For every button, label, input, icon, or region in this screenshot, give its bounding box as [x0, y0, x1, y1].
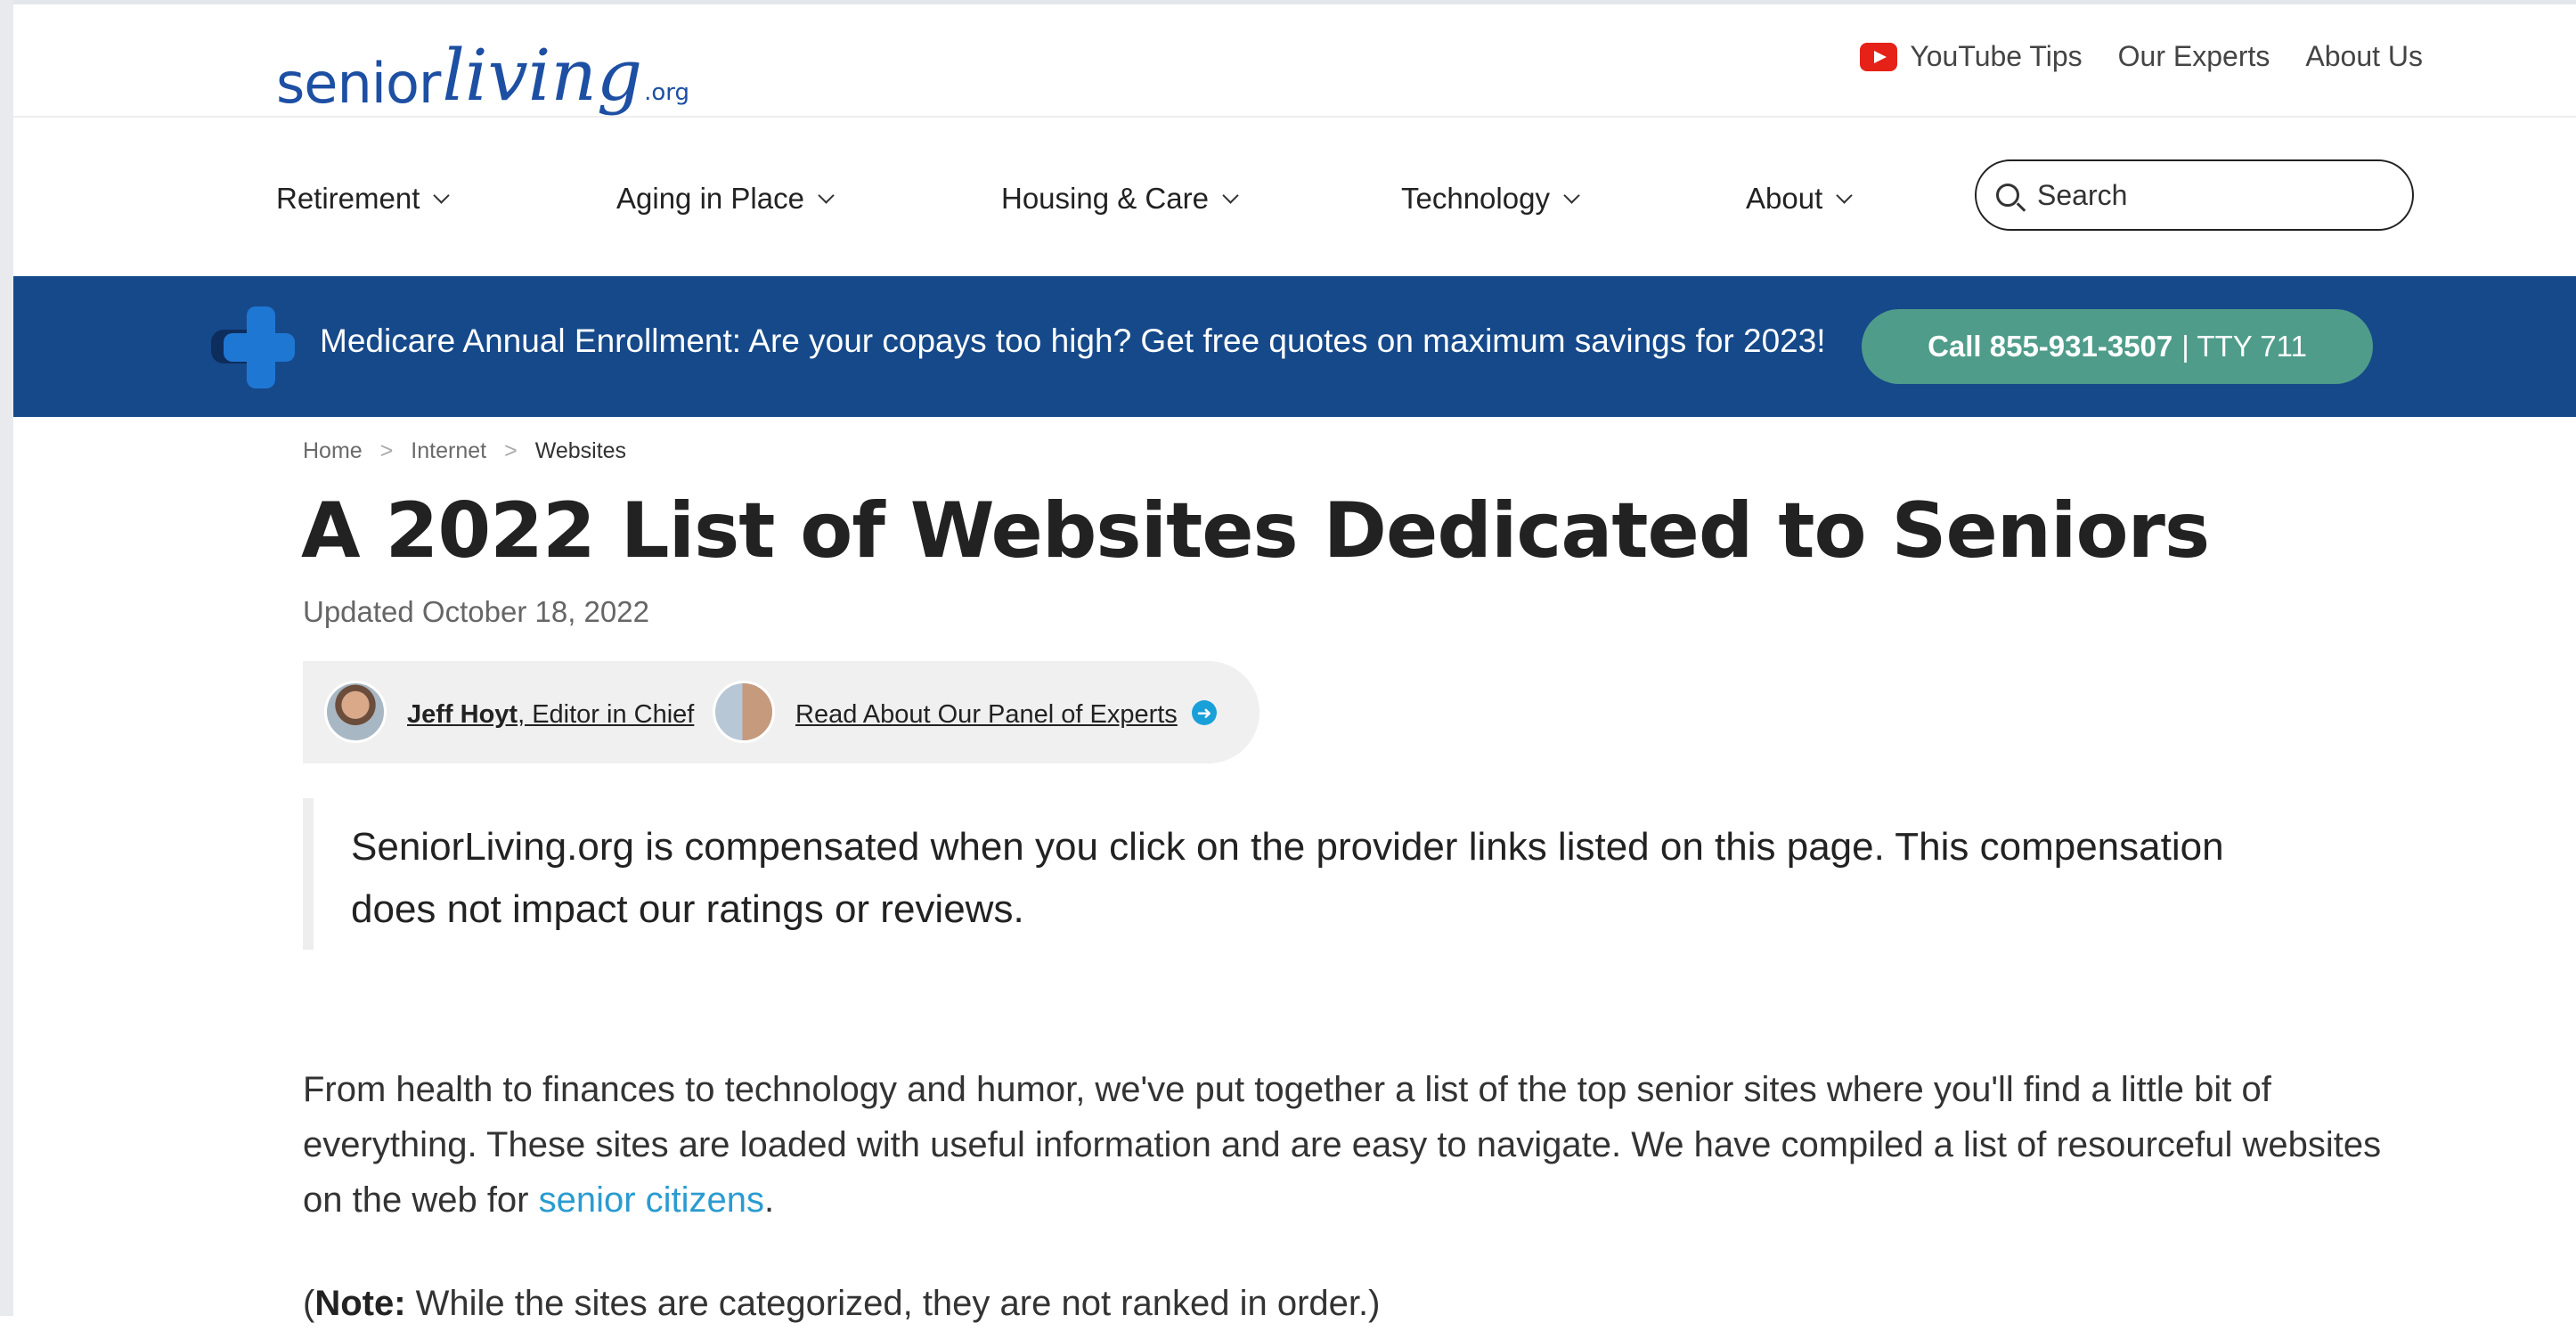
breadcrumb-websites: Websites: [534, 438, 627, 463]
call-button[interactable]: Call 855-931-3507 | TTY 711: [1862, 309, 2373, 384]
nav-item-label: About: [1746, 182, 1823, 215]
medicare-banner: Medicare Annual Enrollment: Are your cop…: [13, 276, 2576, 417]
chevron-down-icon: [1222, 186, 1239, 204]
nav-item-technology[interactable]: Technology: [1401, 182, 1580, 216]
main-nav: Retirement Aging in Place Housing & Care…: [13, 118, 2576, 276]
chevron-down-icon: [1563, 186, 1580, 204]
breadcrumb-home[interactable]: Home: [303, 438, 363, 464]
updated-date: Updated October 18, 2022: [303, 595, 649, 628]
page-title: A 2022 List of Websites Dedicated to Sen…: [301, 486, 2210, 576]
window-left-edge: [0, 0, 13, 1316]
intro-paragraph: From health to finances to technology an…: [303, 1062, 2387, 1228]
nav-item-label: Technology: [1401, 182, 1550, 215]
chevron-down-icon: [818, 186, 835, 204]
banner-text: Medicare Annual Enrollment: Are your cop…: [320, 323, 1826, 359]
tty-label: | TTY 711: [2181, 330, 2307, 363]
author-avatar: [324, 681, 387, 743]
nav-item-about[interactable]: About: [1746, 182, 1853, 216]
experts-panel-link[interactable]: Read About Our Panel of Experts: [795, 700, 1178, 730]
compensation-disclosure: SeniorLiving.org is compensated when you…: [303, 798, 2289, 950]
note-text: While the sites are categorized, they ar…: [405, 1284, 1381, 1323]
search-input[interactable]: [2035, 177, 2377, 213]
about-us-link[interactable]: About Us: [2305, 40, 2423, 73]
senior-citizens-link[interactable]: senior citizens: [539, 1180, 764, 1220]
chevron-down-icon: [433, 186, 451, 204]
logo-text-senior: senior: [276, 51, 441, 116]
author-link[interactable]: Jeff Hoyt, Editor in Chief: [407, 700, 694, 730]
top-bar: senior living .org YouTube Tips Our Expe…: [13, 4, 2576, 118]
experts-avatar: [713, 681, 775, 743]
nav-item-label: Housing & Care: [1001, 182, 1209, 215]
nav-item-label: Retirement: [276, 182, 420, 215]
search-icon: [1996, 184, 2019, 207]
breadcrumb-separator: >: [504, 438, 518, 463]
author-box: Jeff Hoyt, Editor in Chief Read About Ou…: [303, 661, 1259, 763]
youtube-icon: [1860, 42, 1898, 71]
disclosure-text: SeniorLiving.org is compensated when you…: [351, 825, 2224, 931]
author-name: Jeff Hoyt: [407, 700, 518, 729]
nav-item-retirement[interactable]: Retirement: [276, 182, 451, 216]
note-label: Note:: [314, 1284, 406, 1323]
nav-item-label: Aging in Place: [616, 182, 804, 215]
breadcrumb-internet[interactable]: Internet: [411, 438, 486, 464]
breadcrumb-separator: >: [379, 438, 394, 463]
logo-text-living: living: [442, 34, 643, 117]
nav-item-aging-in-place[interactable]: Aging in Place: [616, 182, 835, 216]
breadcrumb: Home > Internet > Websites: [303, 438, 626, 464]
logo-text-org: .org: [644, 79, 689, 106]
ranking-note: (Note: While the sites are categorized, …: [303, 1276, 1380, 1331]
arrow-right-circle-icon[interactable]: ➜: [1192, 700, 1217, 725]
medical-cross-icon: [211, 306, 300, 388]
youtube-tips-label: YouTube Tips: [1910, 40, 2083, 72]
site-logo[interactable]: senior living .org: [276, 13, 689, 111]
our-experts-link[interactable]: Our Experts: [2118, 40, 2270, 73]
search-box[interactable]: [1975, 159, 2414, 231]
chevron-down-icon: [1836, 186, 1853, 204]
nav-item-housing-care[interactable]: Housing & Care: [1001, 182, 1239, 216]
utility-links: YouTube Tips Our Experts About Us: [1860, 40, 2423, 73]
call-number: Call 855-931-3507: [1928, 330, 2173, 363]
author-role: , Editor in Chief: [518, 700, 695, 729]
youtube-tips-link[interactable]: YouTube Tips: [1860, 40, 2083, 73]
note-open: (: [303, 1284, 315, 1323]
intro-end: .: [764, 1180, 775, 1220]
